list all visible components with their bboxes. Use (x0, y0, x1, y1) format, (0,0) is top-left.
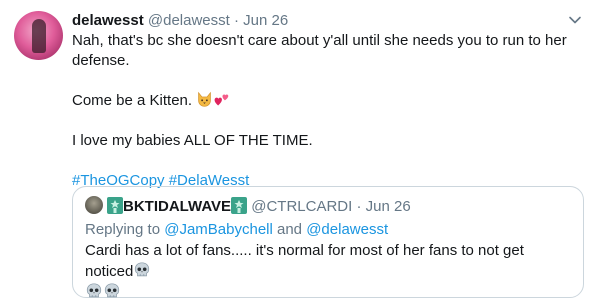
two-hearts-emoji-icon (214, 94, 229, 106)
skull-emoji-icon (104, 283, 120, 298)
tweet-text-line-2: Come be a Kitten. (72, 92, 193, 109)
quoted-tweet-header: BKTIDALWAVE @CTRLCARDI · Jun 26 (85, 196, 411, 217)
mention-link[interactable]: @delawesst (306, 221, 388, 238)
skull-emoji-icon (135, 262, 150, 277)
mention-link[interactable]: @JamBabychell (164, 221, 273, 238)
user-handle[interactable]: @delawesst (148, 12, 230, 29)
tweet[interactable]: delawesst @delawesst · Jun 26 Nah, that'… (0, 0, 600, 298)
quoted-user-handle[interactable]: @CTRLCARDI (251, 198, 352, 215)
tweet-text-line: Come be a Kitten. (72, 91, 582, 111)
chevron-down-icon[interactable] (567, 12, 583, 28)
avatar[interactable] (14, 11, 63, 60)
cat-face-emoji-icon (198, 91, 212, 107)
replying-to: Replying to @JamBabychell and @delawesst (85, 220, 388, 240)
quoted-avatar[interactable] (85, 196, 103, 214)
statue-of-liberty-emoji-icon (231, 197, 248, 214)
replying-to-label: Replying to (85, 221, 161, 238)
quoted-tweet-date[interactable]: Jun 26 (366, 198, 411, 215)
separator-dot: · (234, 12, 239, 29)
tweet-text-line: Nah, that's bc she doesn't care about y'… (72, 32, 567, 69)
quoted-display-name[interactable]: BKTIDALWAVE (123, 198, 231, 215)
skull-emoji-icon (86, 283, 102, 298)
statue-of-liberty-emoji-icon (107, 197, 123, 214)
display-name[interactable]: delawesst (72, 12, 144, 29)
quoted-tweet[interactable]: BKTIDALWAVE @CTRLCARDI · Jun 26 Replying… (72, 186, 584, 298)
tweet-date[interactable]: Jun 26 (243, 12, 288, 29)
replying-and: and (277, 221, 303, 238)
tweet-text-line: I love my babies ALL OF THE TIME. (72, 132, 313, 149)
separator-dot: · (356, 198, 362, 215)
tweet-header: delawesst @delawesst · Jun 26 (72, 11, 288, 31)
quoted-tweet-text: Cardi has a lot of fans..... it's normal… (85, 241, 575, 303)
tweet-body: Nah, that's bc she doesn't care about y'… (72, 31, 582, 191)
